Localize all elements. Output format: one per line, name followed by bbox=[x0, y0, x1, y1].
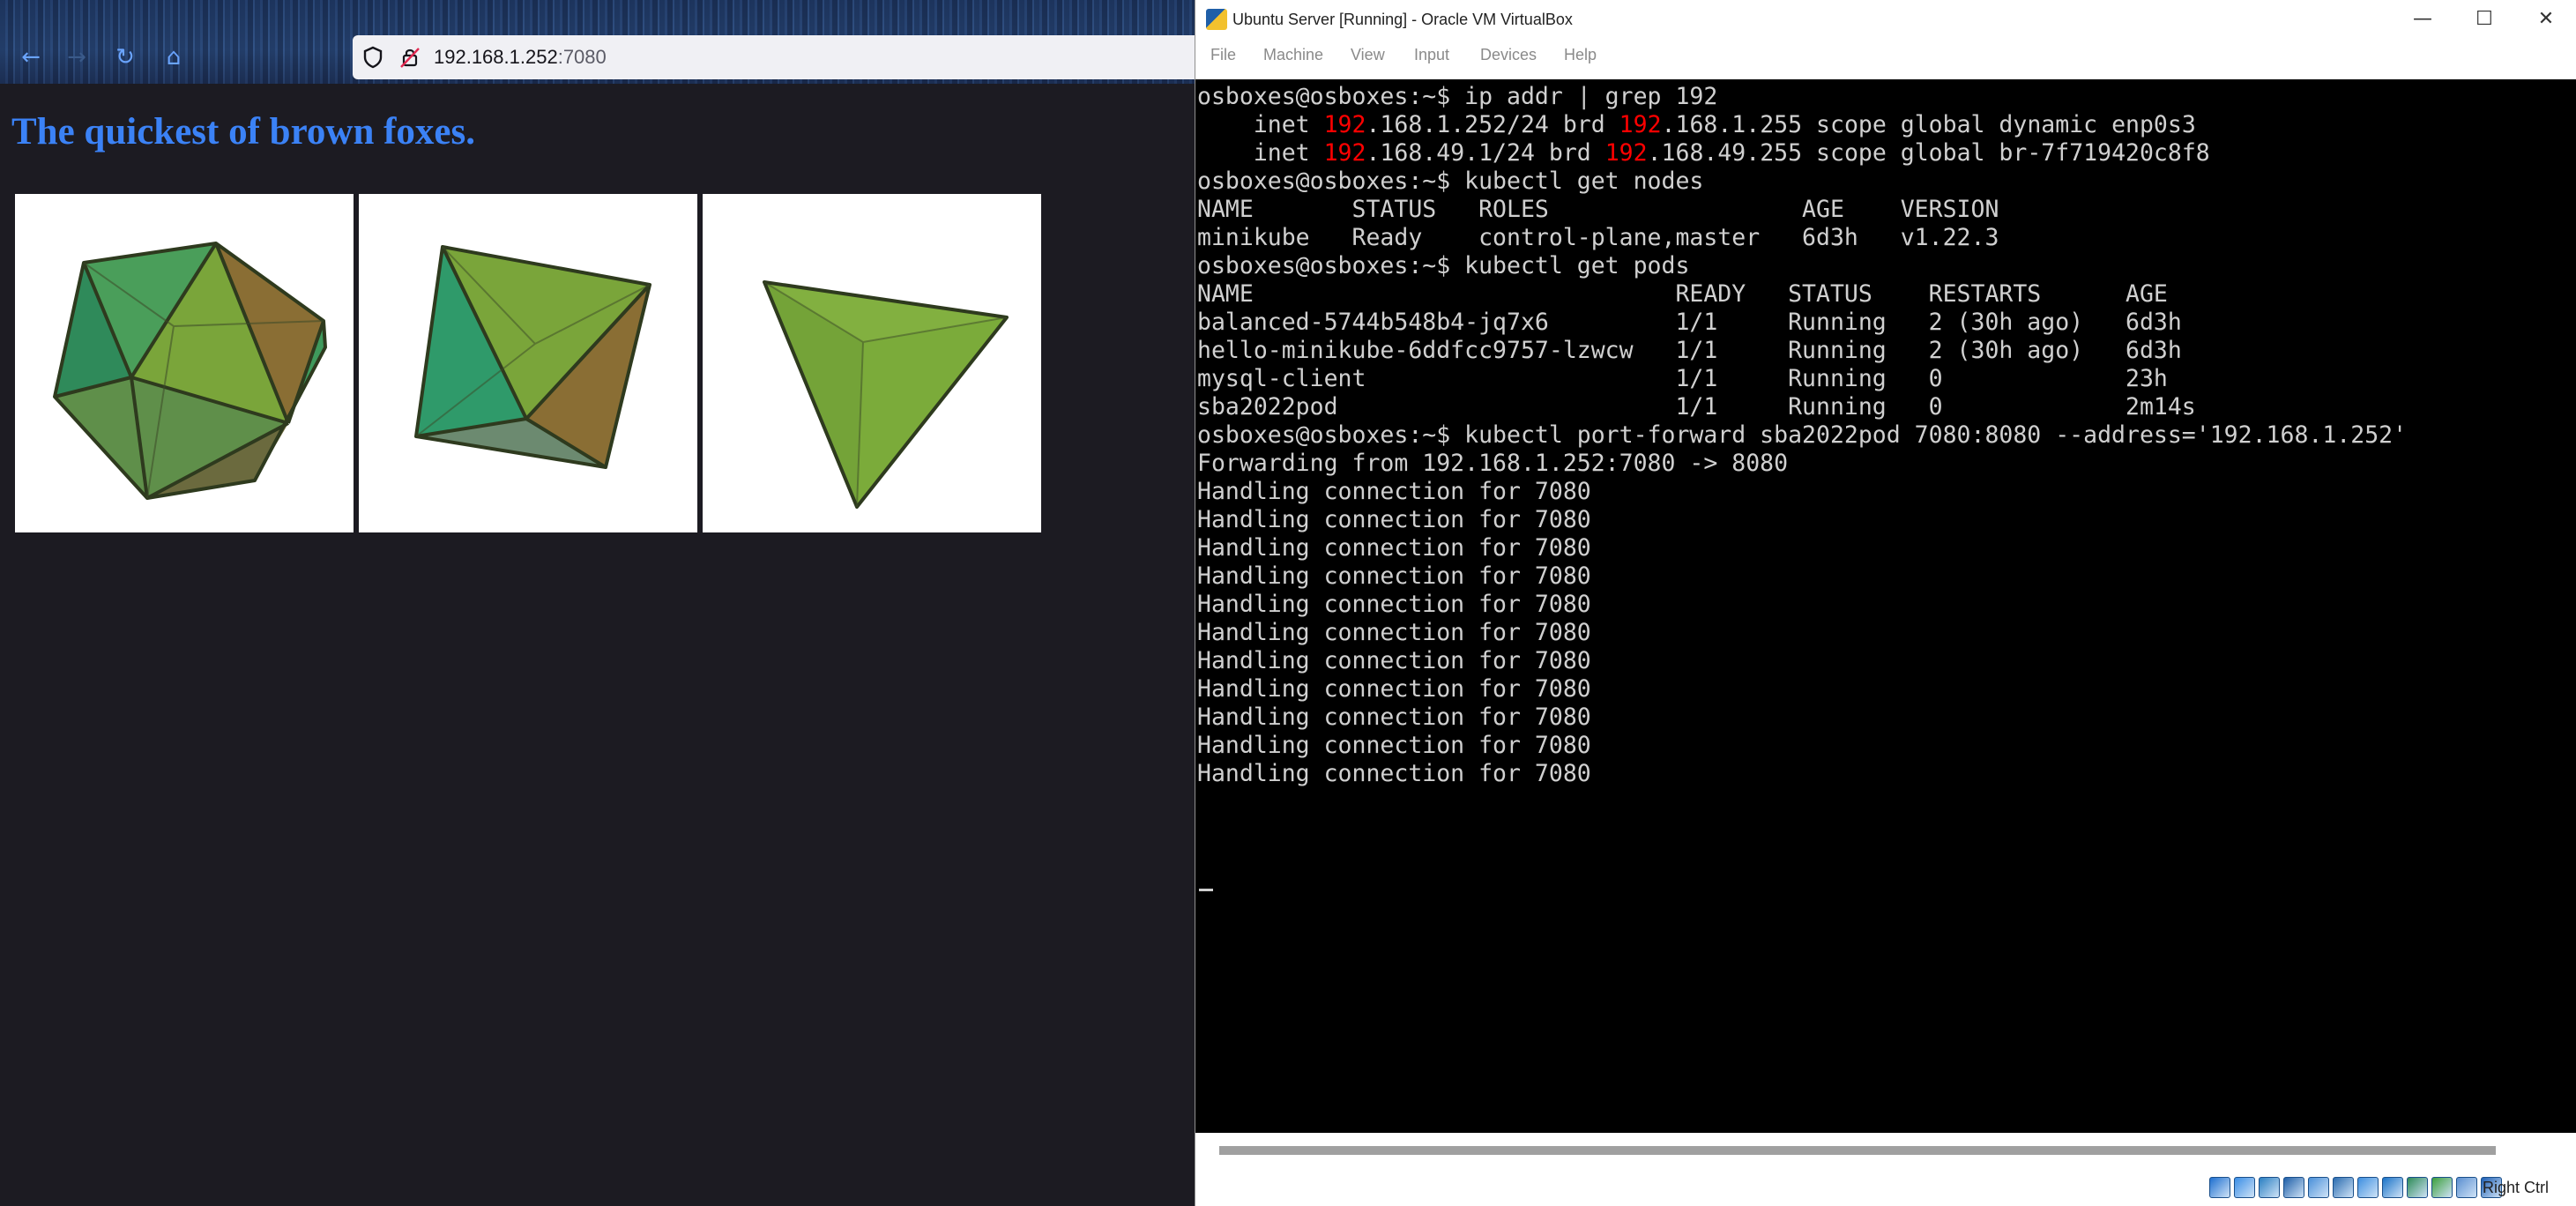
terminal-line: Handling connection for 7080 bbox=[1197, 675, 1591, 703]
menu-input[interactable]: Input bbox=[1414, 46, 1449, 64]
menu-help[interactable]: Help bbox=[1564, 46, 1597, 64]
usb-icon[interactable] bbox=[2308, 1177, 2329, 1198]
menu-bar: File Machine View Input Devices Help bbox=[1195, 39, 2576, 71]
virtualbox-window: Ubuntu Server [Running] - Oracle VM Virt… bbox=[1195, 0, 2576, 1206]
terminal-line: hello-minikube-6ddfcc9757-lzwcw 1/1 Runn… bbox=[1197, 337, 2182, 364]
url-text[interactable]: 192.168.1.252:7080 bbox=[434, 46, 607, 69]
optical-drive-icon[interactable] bbox=[2234, 1177, 2255, 1198]
virtualbox-logo-icon bbox=[1206, 9, 1227, 30]
terminal-line: osboxes@osboxes:~$ kubectl port-forward … bbox=[1197, 421, 2408, 449]
network-icon[interactable] bbox=[2283, 1177, 2304, 1198]
display-icon[interactable] bbox=[2357, 1177, 2379, 1198]
home-icon[interactable]: ⌂ bbox=[159, 42, 189, 72]
octahedron-image bbox=[359, 194, 697, 532]
audio-icon[interactable] bbox=[2259, 1177, 2280, 1198]
menu-view[interactable]: View bbox=[1351, 46, 1385, 64]
reload-icon[interactable]: ↻ bbox=[110, 42, 140, 72]
host-key-label: Right Ctrl bbox=[2482, 1179, 2549, 1196]
terminal-line: osboxes@osboxes:~$ ip addr | grep 192 bbox=[1197, 83, 1718, 110]
terminal-output: osboxes@osboxes:~$ ip addr | grep 192 in… bbox=[1197, 83, 2407, 788]
terminal-line: Handling connection for 7080 bbox=[1197, 732, 1591, 759]
terminal-line: inet 192.168.49.1/24 brd 192.168.49.255 … bbox=[1197, 139, 2210, 167]
arrow-right-icon[interactable]: → bbox=[62, 42, 92, 72]
recording-icon[interactable] bbox=[2407, 1177, 2428, 1198]
terminal-line: balanced-5744b548b4-jq7x6 1/1 Running 2 … bbox=[1197, 309, 2182, 336]
insecure-lock-icon[interactable] bbox=[397, 44, 423, 71]
window-title: Ubuntu Server [Running] - Oracle VM Virt… bbox=[1232, 11, 1573, 28]
terminal-line: inet 192.168.1.252/24 brd 192.168.1.255 … bbox=[1197, 111, 2196, 138]
scrollbar-thumb[interactable] bbox=[1219, 1146, 2496, 1155]
terminal-line: Handling connection for 7080 bbox=[1197, 619, 1591, 646]
terminal-line: mysql-client 1/1 Running 0 23h bbox=[1197, 365, 2168, 392]
tetrahedron-image bbox=[703, 194, 1041, 532]
minimize-button[interactable]: — bbox=[2392, 0, 2453, 39]
address-bar[interactable]: 192.168.1.252:7080 bbox=[353, 35, 1195, 79]
close-button[interactable]: ✕ bbox=[2515, 0, 2576, 39]
horizontal-scrollbar[interactable] bbox=[1195, 1133, 2576, 1166]
menu-file[interactable]: File bbox=[1210, 46, 1236, 64]
terminal-line: NAME STATUS ROLES AGE VERSION bbox=[1197, 196, 1999, 223]
video-capture-icon[interactable] bbox=[2382, 1177, 2403, 1198]
shield-icon[interactable] bbox=[360, 44, 386, 71]
vm-console[interactable]: osboxes@osboxes:~$ ip addr | grep 192 in… bbox=[1195, 79, 2576, 1133]
web-page: The quickest of brown foxes. bbox=[0, 84, 1195, 1206]
menu-machine[interactable]: Machine bbox=[1263, 46, 1323, 64]
terminal-line: Handling connection for 7080 bbox=[1197, 647, 1591, 674]
arrow-left-icon[interactable]: ← bbox=[16, 42, 46, 72]
page-heading: The quickest of brown foxes. bbox=[11, 111, 475, 153]
terminal-line: sba2022pod 1/1 Running 0 2m14s bbox=[1197, 393, 2196, 421]
terminal-line: Handling connection for 7080 bbox=[1197, 506, 1591, 533]
cpu-icon[interactable] bbox=[2431, 1177, 2453, 1198]
terminal-line: Forwarding from 192.168.1.252:7080 -> 80… bbox=[1197, 450, 1789, 477]
terminal-line: Handling connection for 7080 bbox=[1197, 478, 1591, 505]
icosahedron-image bbox=[15, 194, 354, 532]
title-bar[interactable]: Ubuntu Server [Running] - Oracle VM Virt… bbox=[1195, 0, 2576, 39]
terminal-line: Handling connection for 7080 bbox=[1197, 591, 1591, 618]
status-bar: Right Ctrl bbox=[1195, 1166, 2576, 1206]
terminal-line: osboxes@osboxes:~$ kubectl get nodes bbox=[1197, 168, 1704, 195]
browser-toolbar: ← → ↻ ⌂ 192.168.1.252:7080 bbox=[0, 0, 1195, 84]
terminal-line: Handling connection for 7080 bbox=[1197, 534, 1591, 562]
terminal-line: Handling connection for 7080 bbox=[1197, 760, 1591, 787]
text-cursor bbox=[1199, 889, 1213, 891]
shared-folders-icon[interactable] bbox=[2333, 1177, 2354, 1198]
mouse-integration-icon[interactable] bbox=[2456, 1177, 2477, 1198]
maximize-button[interactable]: ☐ bbox=[2453, 0, 2515, 39]
harddisk-icon[interactable] bbox=[2209, 1177, 2230, 1198]
terminal-line: minikube Ready control-plane,master 6d3h… bbox=[1197, 224, 1999, 251]
menu-devices[interactable]: Devices bbox=[1480, 46, 1537, 64]
terminal-line: Handling connection for 7080 bbox=[1197, 704, 1591, 731]
terminal-line: osboxes@osboxes:~$ kubectl get pods bbox=[1197, 252, 1690, 279]
terminal-line: NAME READY STATUS RESTARTS AGE bbox=[1197, 280, 2168, 308]
browser-window: ← → ↻ ⌂ 192.168.1.252:7080 The quickest … bbox=[0, 0, 1195, 1206]
terminal-line: Handling connection for 7080 bbox=[1197, 562, 1591, 590]
